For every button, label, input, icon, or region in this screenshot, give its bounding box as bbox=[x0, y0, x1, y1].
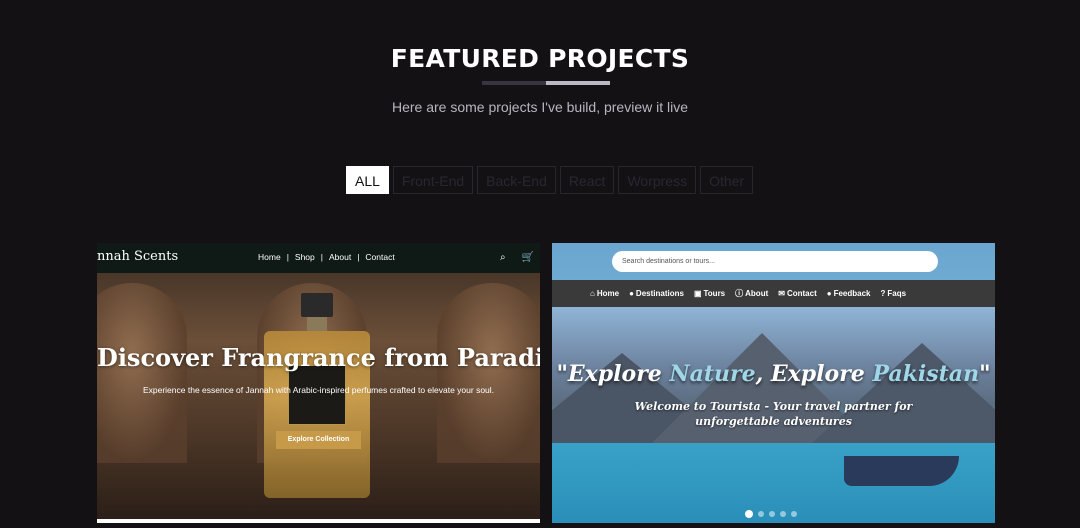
tourista-search-input[interactable]: Search destinations or tours... bbox=[612, 251, 938, 272]
underline-dark bbox=[482, 81, 546, 85]
heading-underline bbox=[482, 81, 610, 85]
nav-home[interactable]: Home bbox=[258, 252, 281, 262]
carousel-dot[interactable] bbox=[780, 511, 786, 517]
nav-tours-label: Tours bbox=[703, 289, 726, 298]
search-icon[interactable]: ⌕ bbox=[500, 252, 506, 263]
nav-about[interactable]: About bbox=[329, 252, 351, 262]
jannah-nav-links: Home | Shop | About | Contact bbox=[258, 252, 395, 262]
tourista-navbar: ⌂ Home ● Destinations ▣ Tours ⓘ About ✉ Conta… bbox=[552, 280, 995, 307]
mail-icon: ✉ bbox=[778, 289, 785, 298]
boat-image bbox=[844, 456, 959, 486]
carousel-dot[interactable] bbox=[745, 510, 753, 518]
nav-home[interactable]: ⌂ Home bbox=[590, 289, 619, 298]
pin-icon: ● bbox=[629, 289, 634, 298]
jannah-hero-title: Discover Frangrance from Paradise bbox=[97, 343, 540, 372]
question-icon: ? bbox=[880, 289, 886, 298]
tourista-hero-subtitle: Welcome to Tourista - Your travel partne… bbox=[634, 400, 913, 428]
jannah-navbar: nnah Scents Home | Shop | About | Contact ⌕… bbox=[97, 243, 540, 273]
nav-destinations[interactable]: ● Destinations bbox=[629, 289, 684, 298]
jannah-hero-desc: Experience the essence of Jannah with Ar… bbox=[142, 385, 495, 395]
carousel-dots bbox=[745, 510, 797, 518]
nav-shop[interactable]: Shop bbox=[295, 252, 315, 262]
cart-icon[interactable]: 🛒 bbox=[522, 252, 534, 263]
nav-contact[interactable]: ✉ Contact bbox=[778, 289, 816, 298]
featured-projects-heading: FEATURED PROJECTS bbox=[390, 44, 690, 73]
jannah-logo[interactable]: nnah Scents bbox=[97, 249, 178, 264]
explore-collection-button[interactable]: Explore Collection bbox=[276, 431, 361, 449]
filter-all[interactable]: ALL bbox=[346, 166, 389, 194]
carousel-dot[interactable] bbox=[758, 511, 764, 517]
nav-feedback-label: Feedback bbox=[833, 289, 871, 298]
tourista-hero-title: "Explore Nature, Explore Pakistan" bbox=[556, 361, 991, 387]
project-card-jannah-scents[interactable]: nnah Scents Home | Shop | About | Contact ⌕… bbox=[97, 243, 540, 523]
home-icon: ⌂ bbox=[590, 289, 595, 298]
section-subtitle: Here are some projects I've build, previ… bbox=[391, 99, 689, 115]
filter-front-end[interactable]: Front-End bbox=[392, 166, 474, 194]
project-card-tourista[interactable]: Search destinations or tours... ⌂ Home ● D… bbox=[552, 243, 995, 523]
filter-react[interactable]: React bbox=[559, 166, 615, 194]
background-arch bbox=[437, 283, 540, 463]
nav-home-label: Home bbox=[596, 289, 620, 298]
info-icon: ⓘ bbox=[735, 289, 744, 298]
carousel-dot[interactable] bbox=[791, 511, 797, 517]
underline-light bbox=[546, 81, 610, 85]
card-bottom-bar bbox=[97, 519, 540, 523]
bus-icon: ▣ bbox=[693, 289, 702, 298]
nav-tours[interactable]: ▣ Tours bbox=[694, 289, 725, 298]
project-filters: ALL Front-End Back-End React Worpress Ot… bbox=[346, 166, 754, 194]
nav-about[interactable]: ⓘ About bbox=[735, 288, 768, 299]
nav-faqs[interactable]: ? Faqs bbox=[880, 289, 906, 298]
nav-contact[interactable]: Contact bbox=[365, 252, 394, 262]
chat-icon: ● bbox=[826, 289, 832, 298]
background-arch bbox=[97, 283, 187, 463]
nav-feedback[interactable]: ● Feedback bbox=[827, 289, 871, 298]
filter-wordpress[interactable]: Worpress bbox=[618, 166, 697, 194]
nav-destinations-label: Destinations bbox=[635, 289, 684, 298]
nav-contact-label: Contact bbox=[786, 289, 817, 298]
filter-back-end[interactable]: Back-End bbox=[477, 166, 556, 194]
nav-faqs-label: Faqs bbox=[887, 289, 907, 298]
carousel-dot[interactable] bbox=[769, 511, 775, 517]
nav-about-label: About bbox=[745, 289, 769, 298]
filter-other[interactable]: Other bbox=[700, 166, 754, 194]
perfume-bottle-image bbox=[264, 293, 370, 498]
